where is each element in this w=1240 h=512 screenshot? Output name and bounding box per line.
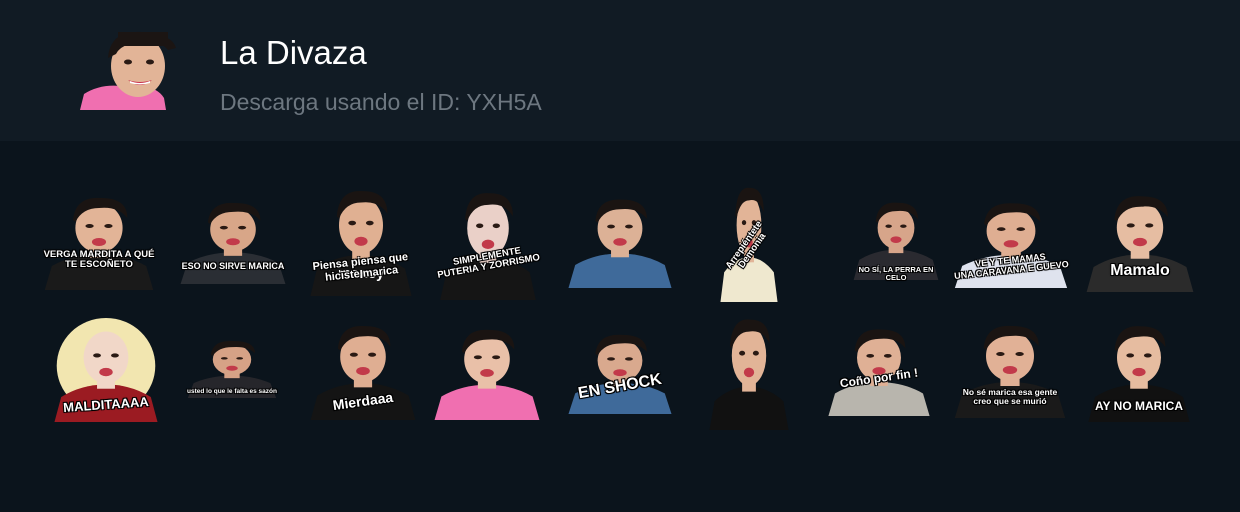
- sticker-18[interactable]: AY NO MARICA: [1084, 318, 1194, 422]
- sticker-17[interactable]: No sé marica esa gente creo que se murió: [950, 318, 1070, 418]
- person-pink-shirt-icon: [80, 28, 180, 110]
- pack-header: La Divaza Descarga usando el ID: YXH5A: [0, 0, 1240, 141]
- pack-title: La Divaza: [220, 34, 367, 71]
- sticker-caption: AY NO MARICA: [1094, 399, 1183, 413]
- sticker-caption: No sé marica esa gente creo que se murió: [962, 387, 1058, 407]
- sticker-caption: usted lo que le falta es sazón: [187, 388, 277, 395]
- sticker-person-icon: [564, 192, 676, 288]
- sticker-6[interactable]: Arrepiéntete Demonia: [718, 178, 780, 302]
- sticker-13[interactable]: [430, 322, 544, 420]
- sticker-7[interactable]: NO SÍ, LA PERRA EN CELO: [850, 196, 942, 283]
- sticker-14[interactable]: EN SHOCK: [564, 328, 676, 414]
- sticker-9[interactable]: Mamalo: [1082, 188, 1198, 292]
- sticker-person-icon: [40, 190, 158, 290]
- sticker-8[interactable]: VE Y TE MAMAS UNA CARAVANA E GUEVO: [950, 196, 1072, 288]
- sticker-12[interactable]: Mierdaaa: [306, 318, 420, 420]
- sticker-10[interactable]: MALDITAAAA: [50, 318, 162, 422]
- sticker-2[interactable]: ESO NO SIRVE MARICA: [176, 196, 290, 284]
- sticker-1[interactable]: VERGA MARDITA A QUÉ TE ESCOÑETO: [40, 190, 158, 290]
- sticker-11[interactable]: usted lo que le falta es sazón: [184, 336, 280, 398]
- sticker-person-icon: [436, 184, 540, 300]
- sticker-caption: ESO NO SIRVE MARICA: [181, 261, 285, 271]
- sticker-5[interactable]: [564, 192, 676, 288]
- sticker-caption: NO SÍ, LA PERRA EN CELO: [858, 265, 934, 283]
- sticker-person-icon: [430, 322, 544, 420]
- sticker-caption: VERGA MARDITA A QUÉ TE ESCOÑETO: [43, 249, 155, 271]
- sticker-4[interactable]: SIMPLEMENTE PUTERIA Y ZORRISMO: [436, 184, 541, 300]
- sticker-person-icon: [706, 310, 792, 430]
- pack-thumbnail[interactable]: [80, 28, 180, 110]
- sticker-3[interactable]: money Piensa piensa que hiciste marica: [306, 182, 416, 296]
- pack-id-instructions: Descarga usando el ID: YXH5A: [220, 89, 542, 115]
- sticker-15[interactable]: [706, 310, 792, 430]
- sticker-16[interactable]: Coño por fin !: [824, 322, 934, 416]
- sticker-caption: Mamalo: [1110, 262, 1170, 279]
